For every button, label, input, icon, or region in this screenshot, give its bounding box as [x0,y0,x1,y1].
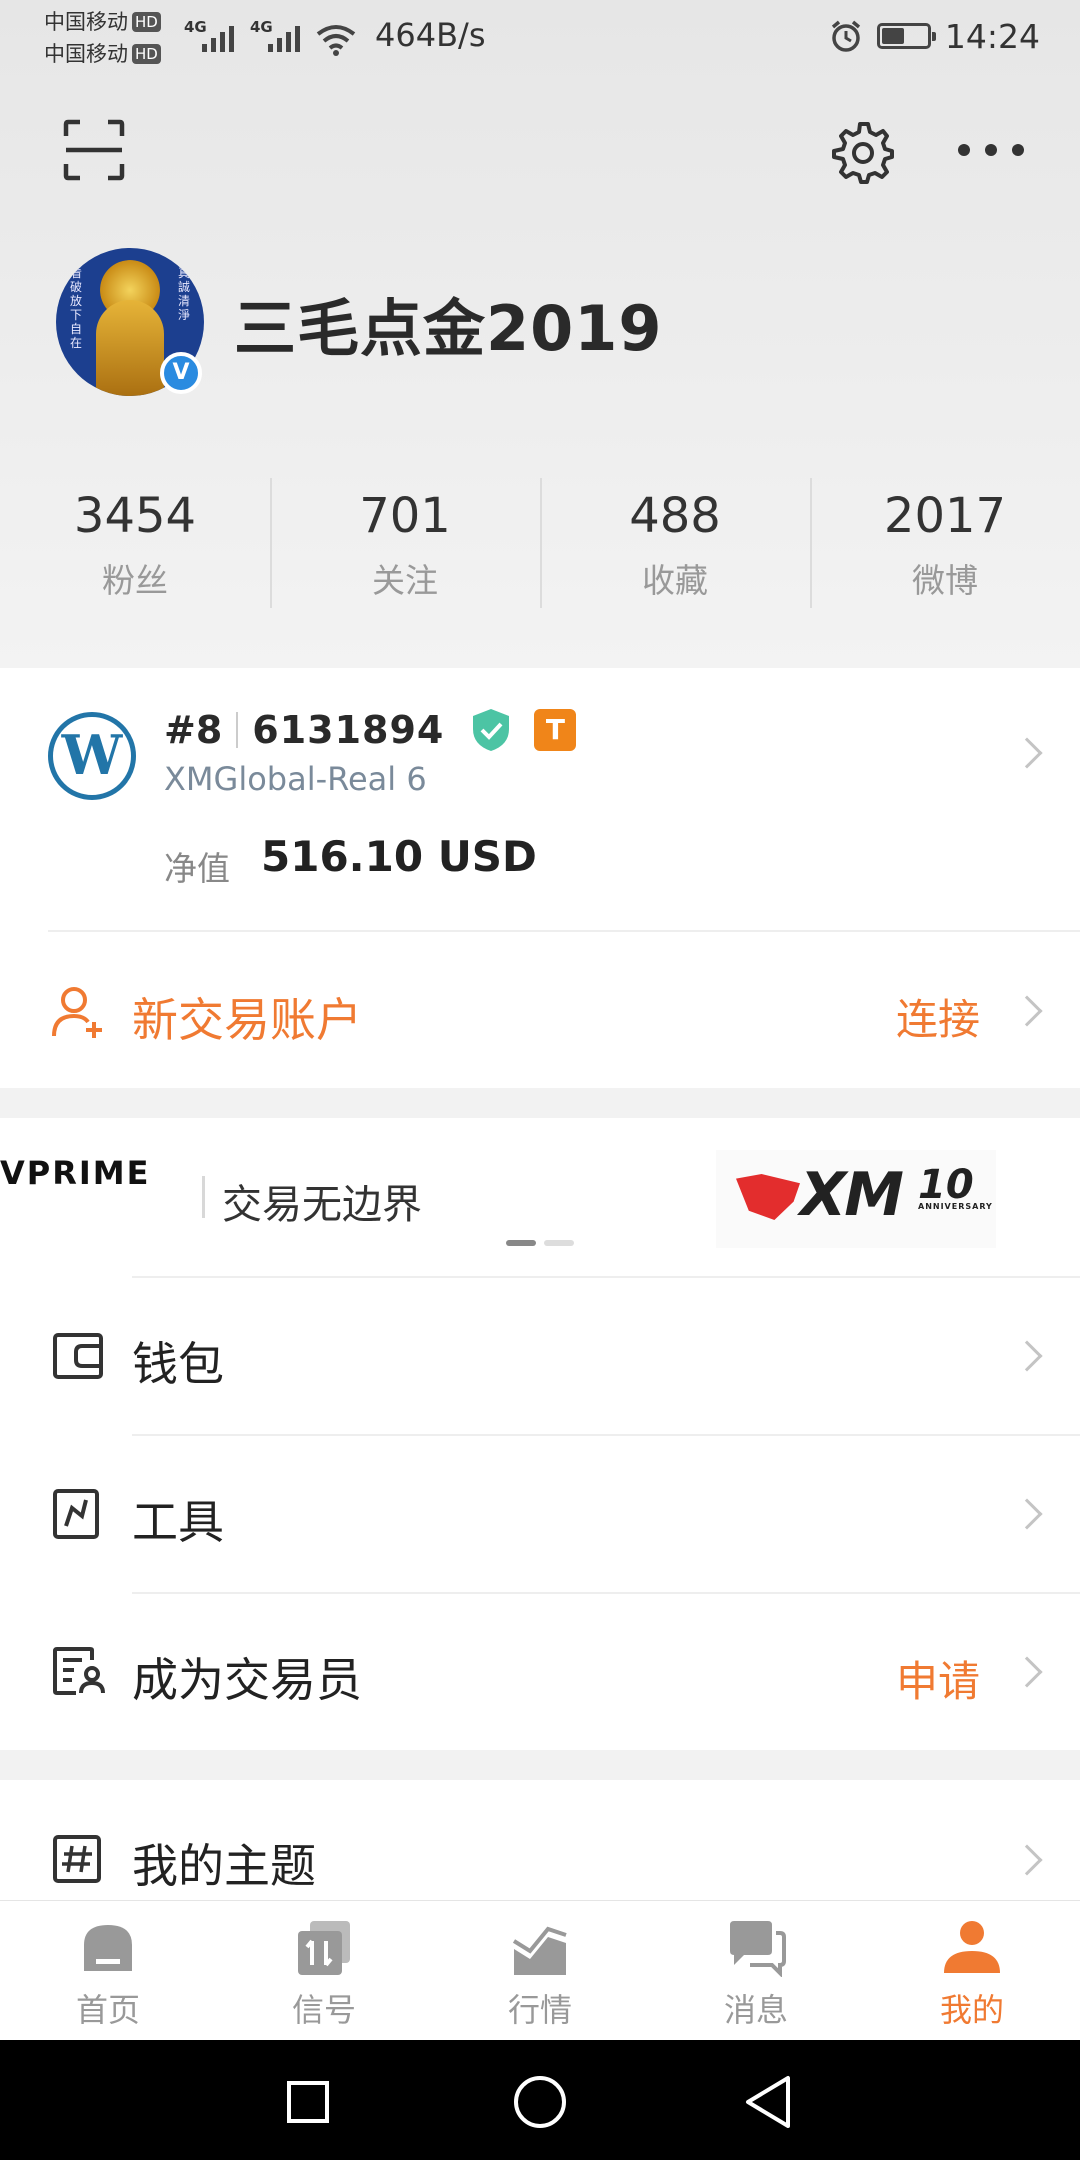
system-navigation-bar [0,2040,1080,2160]
verified-badge: V [160,352,202,394]
nav-market[interactable]: 行情 [432,1901,648,2040]
nav-signals[interactable]: 信号 [216,1901,432,2040]
message-icon [730,1921,786,1977]
hd-badge: HD [132,12,161,32]
stat-fans[interactable]: 3454 粉丝 [0,478,270,612]
wifi-icon [316,25,356,56]
broker-logo-icon: W [48,712,136,800]
profile-stats: 3454 粉丝 701 关注 488 收藏 2017 微博 [0,478,1080,612]
carrier-1-name: 中国移动 [44,10,128,34]
tools-icon [53,1489,99,1539]
divider [236,712,239,748]
hd-badge: HD [132,44,161,64]
stat-posts[interactable]: 2017 微博 [810,478,1080,612]
divider [132,1592,1080,1594]
signal-indicators: 4G 4G [184,14,356,56]
equity-label: 净值 [164,849,230,888]
carousel-dot-active[interactable] [506,1240,536,1246]
carrier-2-name: 中国移动 [44,42,128,66]
nav-messages[interactable]: 消息 [648,1901,864,2040]
account-id: 6131894 [252,708,445,752]
nav-label: 我的 [939,1991,1004,2029]
stat-label: 关注 [372,561,438,600]
home-circle-icon[interactable] [512,2074,568,2130]
anniversary-label: ANNIVERSARY [918,1202,993,1211]
recent-apps-icon[interactable] [286,2080,330,2124]
settings-gear-icon[interactable] [830,120,894,184]
nav-label: 消息 [723,1991,788,2029]
divider [132,1434,1080,1436]
connect-link[interactable]: 连接 [896,986,980,1047]
banner-tagline[interactable]: 交易无边界 [222,1172,422,1230]
divider [202,1176,205,1218]
stat-following[interactable]: 701 关注 [270,478,540,612]
signal-1-icon: 4G [184,16,234,56]
nav-label: 首页 [75,1991,140,2029]
divider [132,1276,1080,1278]
signal-icon [298,1921,350,1975]
alarm-icon [831,20,861,52]
add-user-icon [52,987,102,1038]
battery-icon [876,23,936,49]
stat-label: 收藏 [642,561,708,600]
more-options-icon[interactable] [956,140,1026,160]
stat-label: 微博 [912,561,978,600]
xm-brand: XM [800,1160,904,1230]
trader-id-icon [53,1647,105,1695]
status-time: 14:24 [944,16,1040,56]
nav-home[interactable]: 首页 [0,1901,216,2040]
stat-favorites[interactable]: 488 收藏 [540,478,810,612]
network-speed: 464B/s [375,16,486,54]
banner-left-text: VPRIME [0,1154,151,1192]
menu-item-my-topics[interactable]: 我的主题 [132,1830,316,1896]
stat-value: 488 [629,488,721,544]
wallet-icon [53,1333,103,1379]
tier-badge: T [534,709,577,751]
account-server: XMGlobal-Real 6 [164,760,427,798]
stat-value: 2017 [883,488,1007,544]
new-account-label[interactable]: 新交易账户 [132,984,362,1050]
stat-value: 701 [359,488,451,544]
nav-label: 行情 [507,1991,572,2029]
scan-icon[interactable] [62,118,126,182]
hashtag-icon [53,1835,101,1883]
carousel-dot[interactable] [544,1240,574,1246]
home-icon [84,1925,132,1971]
back-icon[interactable] [744,2074,792,2130]
account-rank: #8 [164,708,223,752]
carrier-info: 中国移动 HD 中国移动 HD [44,6,161,70]
username[interactable]: 三毛点金2019 [234,278,663,368]
menu-item-tools[interactable]: 工具 [132,1486,224,1552]
menu-item-wallet[interactable]: 钱包 [132,1328,224,1394]
apply-link[interactable]: 申请 [896,1648,980,1709]
nav-label: 信号 [291,1991,356,2029]
stat-label: 粉丝 [102,561,168,600]
signal-2-icon: 4G [250,16,300,56]
equity-value: 516.10 USD [261,832,537,881]
menu-item-become-trader[interactable]: 成为交易员 [132,1644,362,1710]
stat-value: 3454 [73,488,197,544]
market-chart-icon [512,1926,567,1975]
divider [48,930,1080,932]
account-header[interactable]: #8 6131894 T [164,706,577,754]
status-bar: 中国移动 HD 中国移动 HD 4G 4G 464B/s 14:24 [0,0,1080,76]
anniversary-mark: 10 ANNIVERSARY [918,1162,993,1211]
bottom-navigation: 首页 信号 行情 消息 我的 [0,1900,1080,2040]
nav-me[interactable]: 我的 [864,1901,1080,2040]
verified-shield-icon [473,709,510,751]
profile-icon [944,1921,1000,1973]
